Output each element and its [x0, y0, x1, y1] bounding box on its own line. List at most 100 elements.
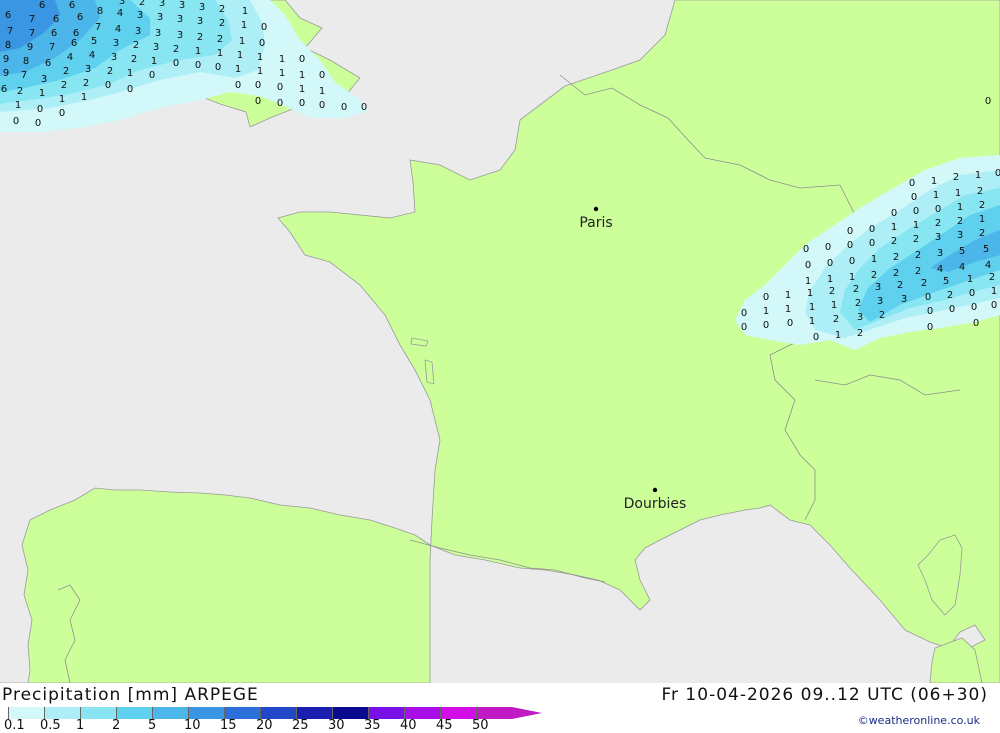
svg-text:0: 0: [299, 98, 305, 109]
svg-text:7: 7: [95, 22, 101, 33]
svg-text:0: 0: [319, 70, 325, 81]
legend-label: 0.1: [4, 718, 25, 733]
svg-text:2: 2: [979, 228, 985, 239]
svg-text:4: 4: [937, 264, 943, 275]
svg-text:1: 1: [849, 272, 855, 283]
svg-text:1: 1: [957, 202, 963, 213]
svg-text:6: 6: [53, 14, 59, 25]
svg-text:0: 0: [869, 224, 875, 235]
svg-text:1: 1: [279, 54, 285, 65]
legend-label: 2: [112, 718, 121, 733]
legend-label: 0.5: [40, 718, 61, 733]
svg-text:3: 3: [137, 10, 143, 21]
svg-text:2: 2: [63, 66, 69, 77]
svg-text:3: 3: [957, 230, 963, 241]
svg-text:1: 1: [785, 290, 791, 301]
svg-text:3: 3: [111, 52, 117, 63]
legend-footer: Precipitation [mm] ARPEGE Fr 10-04-2026 …: [0, 683, 1000, 733]
legend-swatch: [80, 707, 116, 719]
svg-text:1: 1: [967, 274, 973, 285]
svg-text:9: 9: [3, 68, 9, 79]
svg-text:7: 7: [29, 28, 35, 39]
svg-text:0: 0: [215, 62, 221, 73]
svg-text:1: 1: [827, 274, 833, 285]
svg-text:1: 1: [299, 84, 305, 95]
svg-text:2: 2: [833, 314, 839, 325]
svg-text:6: 6: [1, 84, 7, 95]
svg-text:2: 2: [173, 44, 179, 55]
svg-text:1: 1: [81, 92, 87, 103]
svg-text:1: 1: [955, 188, 961, 199]
svg-text:7: 7: [49, 42, 55, 53]
svg-text:2: 2: [197, 32, 203, 43]
svg-text:0: 0: [913, 206, 919, 217]
svg-text:5: 5: [91, 36, 97, 47]
credit-link[interactable]: ©weatheronline.co.uk: [858, 714, 980, 727]
svg-text:4: 4: [115, 24, 121, 35]
svg-text:2: 2: [935, 218, 941, 229]
svg-text:0: 0: [927, 322, 933, 333]
svg-text:3: 3: [177, 14, 183, 25]
svg-text:2: 2: [915, 250, 921, 261]
svg-text:3: 3: [179, 0, 185, 11]
svg-text:3: 3: [857, 312, 863, 323]
map-title: Precipitation [mm] ARPEGE: [2, 685, 259, 705]
svg-text:0: 0: [847, 226, 853, 237]
svg-text:2: 2: [893, 268, 899, 279]
svg-text:0: 0: [259, 38, 265, 49]
svg-text:3: 3: [85, 64, 91, 75]
svg-text:1: 1: [127, 68, 133, 79]
svg-text:0: 0: [911, 192, 917, 203]
svg-text:0: 0: [787, 318, 793, 329]
svg-text:1: 1: [235, 64, 241, 75]
svg-text:0: 0: [277, 98, 283, 109]
svg-text:8: 8: [97, 6, 103, 17]
svg-text:2: 2: [921, 278, 927, 289]
svg-text:0: 0: [827, 258, 833, 269]
svg-text:0: 0: [341, 102, 347, 113]
svg-text:0: 0: [763, 292, 769, 303]
legend-label: 30: [328, 718, 345, 733]
svg-text:2: 2: [947, 290, 953, 301]
legend-label: 45: [436, 718, 453, 733]
svg-text:4: 4: [89, 50, 95, 61]
svg-text:2: 2: [879, 310, 885, 321]
svg-text:3: 3: [197, 16, 203, 27]
svg-text:1: 1: [239, 36, 245, 47]
legend-arrow-tip: [512, 707, 542, 719]
svg-text:1: 1: [979, 214, 985, 225]
svg-text:1: 1: [891, 222, 897, 233]
svg-text:1: 1: [237, 50, 243, 61]
svg-text:1: 1: [279, 68, 285, 79]
svg-text:2: 2: [977, 186, 983, 197]
svg-text:3: 3: [159, 0, 165, 9]
svg-text:0: 0: [255, 96, 261, 107]
svg-text:2: 2: [219, 4, 225, 15]
svg-text:2: 2: [855, 298, 861, 309]
svg-text:3: 3: [113, 38, 119, 49]
svg-text:0: 0: [173, 58, 179, 69]
legend-label: 25: [292, 718, 309, 733]
legend-label: 15: [220, 718, 237, 733]
svg-text:0: 0: [847, 240, 853, 251]
svg-text:1: 1: [871, 254, 877, 265]
svg-text:0: 0: [825, 242, 831, 253]
svg-text:2: 2: [953, 172, 959, 183]
svg-text:0: 0: [127, 84, 133, 95]
svg-text:3: 3: [199, 2, 205, 13]
svg-text:3: 3: [875, 282, 881, 293]
legend-swatch: [116, 707, 152, 719]
svg-text:2: 2: [957, 216, 963, 227]
svg-text:9: 9: [3, 54, 9, 65]
svg-text:1: 1: [319, 86, 325, 97]
svg-text:1: 1: [805, 276, 811, 287]
svg-text:5: 5: [943, 276, 949, 287]
svg-text:1: 1: [299, 70, 305, 81]
svg-text:0: 0: [927, 306, 933, 317]
svg-text:5: 5: [959, 246, 965, 257]
svg-text:0: 0: [991, 300, 997, 311]
city-marker-paris: [593, 206, 599, 212]
svg-text:1: 1: [785, 304, 791, 315]
svg-text:2: 2: [133, 40, 139, 51]
svg-text:0: 0: [973, 318, 979, 329]
